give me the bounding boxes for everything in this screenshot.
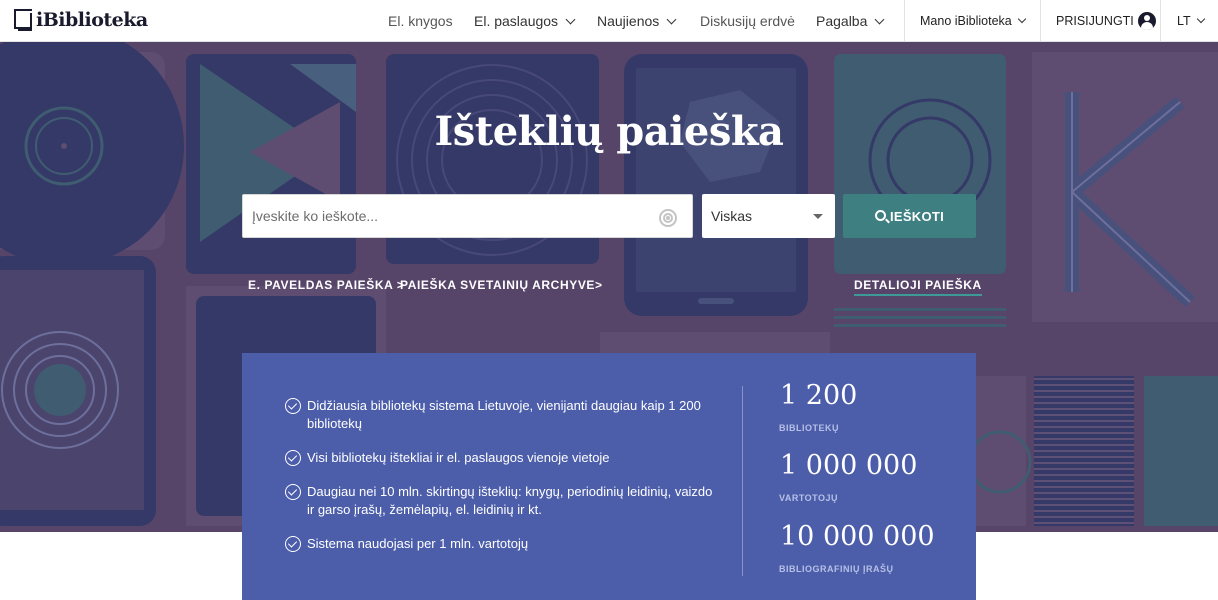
chevron-down-icon [1017,14,1026,24]
stat-users-value: 1 000 000 [780,450,918,481]
nav-help[interactable]: Pagalba [816,0,885,42]
feature-item: Didžiausia bibliotekų sistema Lietuvoje,… [285,397,705,433]
login-button[interactable]: PRISIJUNGTI [1056,0,1156,42]
nav-news[interactable]: Naujienos [597,0,677,42]
nav-eservices[interactable]: El. paslaugos [474,0,576,42]
stat-libraries-label: BIBLIOTEKŲ [779,423,839,433]
my-library-label: Mano iBiblioteka [920,14,1012,28]
search-field[interactable] [242,194,693,238]
stat-libraries-value: 1 200 [780,380,858,411]
login-label: PRISIJUNGTI [1056,14,1134,28]
nav-divider [1160,0,1161,42]
user-icon [1137,12,1156,30]
feature-text: Daugiau nei 10 mln. skirtingų išteklių: … [307,484,713,517]
search-scope-select[interactable]: Viskas [702,194,835,238]
chevron-down-icon [565,14,576,24]
stat-records-value: 10 000 000 [780,521,935,552]
logo-text: iBiblioteka [36,9,148,31]
my-library-menu[interactable]: Mano iBiblioteka [920,0,1026,42]
caret-down-icon [813,214,823,219]
check-circle-icon [285,450,301,466]
panel-divider [742,386,743,576]
feature-item: Sistema naudojasi per 1 mln. vartotojų [285,535,705,553]
site-logo[interactable]: iBiblioteka [12,6,148,34]
language-selector[interactable]: LT [1177,0,1205,42]
nav-news-label: Naujienos [597,13,660,29]
search-button[interactable]: IEŠKOTI [843,194,976,238]
advanced-search-link[interactable]: DETALIOJI PAIEŠKA [854,278,982,296]
target-icon[interactable] [659,209,677,227]
info-panel: Didžiausia bibliotekų sistema Lietuvoje,… [242,353,976,600]
top-navigation-bar: iBiblioteka El. knygos El. paslaugos Nau… [0,0,1218,42]
chevron-down-icon [874,14,885,24]
epaveldas-search-link[interactable]: E. PAVELDAS PAIEŠKA > [248,278,405,292]
nav-ebooks-label: El. knygos [388,13,453,29]
chevron-down-icon [1196,14,1205,24]
search-icon [874,209,886,221]
nav-ebooks[interactable]: El. knygos [388,0,453,42]
feature-item: Daugiau nei 10 mln. skirtingų išteklių: … [285,483,715,519]
search-button-label: IEŠKOTI [889,208,945,224]
web-archive-search-link[interactable]: PAIEŠKA SVETAINIŲ ARCHYVE> [400,278,603,292]
feature-text: Didžiausia bibliotekų sistema Lietuvoje,… [307,398,701,431]
stat-users-label: VARTOTOJŲ [779,493,839,503]
nav-help-label: Pagalba [816,13,868,29]
feature-text: Sistema naudojasi per 1 mln. vartotojų [307,536,529,551]
check-circle-icon [285,536,301,552]
feature-text: Visi bibliotekų ištekliai ir el. paslaug… [307,450,610,465]
check-circle-icon [285,398,301,414]
check-circle-icon [285,484,301,500]
search-scope-value: Viskas [711,208,752,224]
nav-divider [1040,0,1041,42]
nav-eservices-label: El. paslaugos [474,13,559,29]
search-input[interactable] [252,208,647,224]
nav-forum[interactable]: Diskusijų erdvė [700,0,795,42]
language-label: LT [1177,14,1191,28]
page-title: Išteklių paieška [434,108,784,155]
nav-forum-label: Diskusijų erdvė [700,13,795,29]
nav-divider [904,0,905,42]
chevron-down-icon [666,14,677,24]
stat-records-label: BIBLIOGRAFINIŲ ĮRAŠŲ [779,564,894,574]
logo-icon [12,9,34,31]
feature-item: Visi bibliotekų ištekliai ir el. paslaug… [285,449,705,467]
